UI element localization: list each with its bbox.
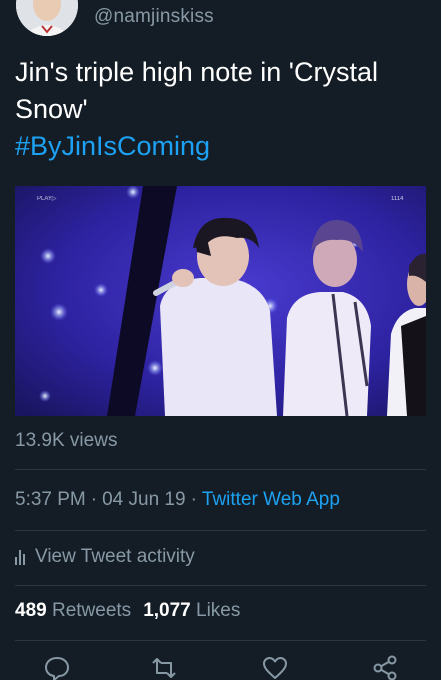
- tweet-video[interactable]: PLAY▷ 1114: [15, 186, 426, 416]
- divider: [15, 585, 426, 586]
- hashtag-link[interactable]: #ByJinIsComing: [15, 128, 425, 165]
- view-count: 13.9K views: [15, 430, 118, 451]
- overlay-right-label: 1114: [391, 196, 404, 202]
- meta-separator: ·: [190, 489, 197, 510]
- divider: [15, 640, 426, 641]
- avatar[interactable]: [16, 0, 78, 36]
- action-bar: [0, 654, 441, 680]
- tweet-text: Jin's triple high note in 'Crystal Snow'…: [15, 54, 425, 165]
- divider: [15, 530, 426, 531]
- source-app-link[interactable]: Twitter Web App: [202, 489, 340, 510]
- overlay-left-label: PLAY▷: [37, 196, 57, 202]
- retweets-count: 489: [15, 600, 47, 621]
- meta-separator: ·: [90, 489, 98, 510]
- concert-video-frame: PLAY▷ 1114: [15, 186, 426, 416]
- like-icon[interactable]: [261, 654, 289, 680]
- retweets-stat[interactable]: 489 Retweets: [15, 600, 131, 621]
- tweet-time: 5:37 PM: [15, 489, 86, 510]
- likes-stat[interactable]: 1,077 Likes: [143, 600, 240, 621]
- engagement-counts: 489 Retweets 1,077 Likes: [15, 600, 240, 622]
- share-icon[interactable]: [371, 654, 399, 680]
- tweet-activity-label: View Tweet activity: [35, 546, 195, 567]
- retweets-label: Retweets: [51, 600, 132, 621]
- tweet-activity-link[interactable]: View Tweet activity: [15, 546, 195, 568]
- divider: [15, 469, 426, 470]
- user-avatar-icon: [16, 0, 78, 36]
- tweet-meta: 5:37 PM · 04 Jun 19 · Twitter Web App: [15, 489, 340, 511]
- user-handle[interactable]: @namjinskiss: [94, 6, 214, 28]
- likes-label: Likes: [196, 600, 241, 621]
- reply-icon[interactable]: [43, 654, 71, 680]
- tweet-date: 04 Jun 19: [102, 489, 186, 510]
- retweet-icon[interactable]: [150, 654, 178, 680]
- likes-count: 1,077: [143, 600, 191, 621]
- tweet-body: Jin's triple high note in 'Crystal Snow': [15, 57, 378, 124]
- analytics-icon: [15, 549, 25, 565]
